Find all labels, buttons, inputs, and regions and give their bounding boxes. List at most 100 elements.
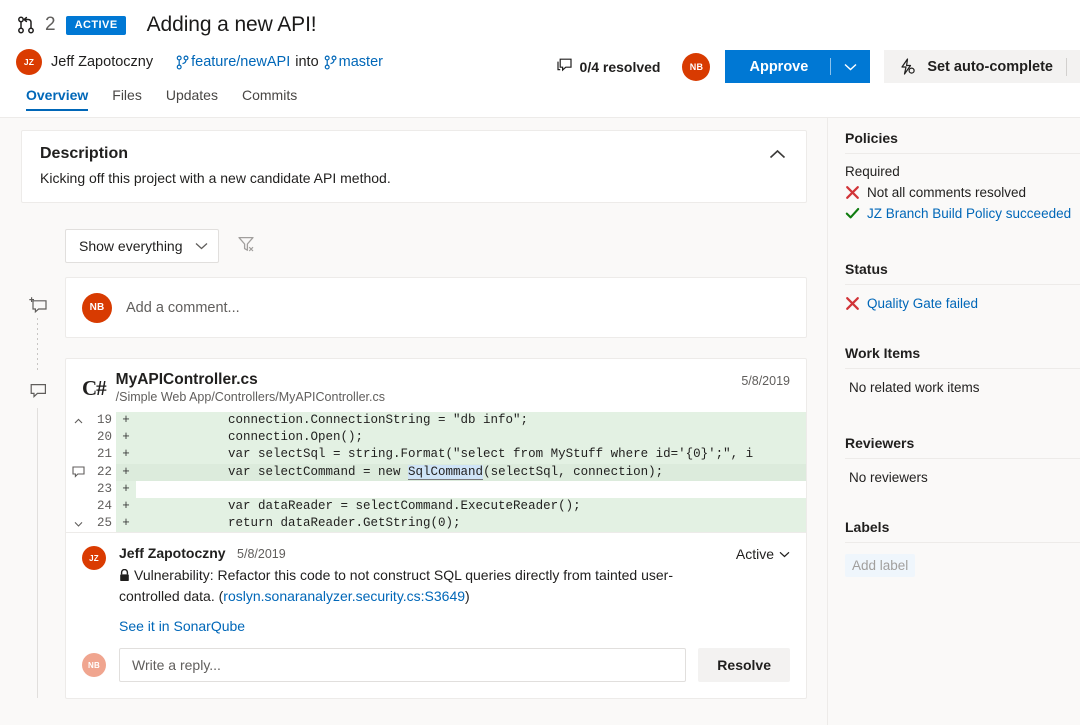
diff-line-code: connection.ConnectionString = "db info"; xyxy=(136,412,806,429)
reply-input[interactable]: Write a reply... xyxy=(119,648,686,682)
file-name[interactable]: MyAPIController.cs xyxy=(116,371,385,389)
thread-status-label: Active xyxy=(736,546,774,562)
divider xyxy=(845,284,1080,285)
work-items-section: Work Items No related work items xyxy=(837,345,1080,395)
set-auto-complete-button[interactable]: Set auto-complete xyxy=(884,50,1080,83)
file-path: /Simple Web App/Controllers/MyAPIControl… xyxy=(116,390,385,404)
reviewers-empty: No reviewers xyxy=(845,470,1080,485)
diff-line: 23 + xyxy=(66,481,806,498)
divider xyxy=(845,368,1080,369)
status-heading: Status xyxy=(845,261,1080,284)
resolved-comments-status[interactable]: 0/4 resolved xyxy=(556,58,661,76)
policy-label[interactable]: JZ Branch Build Policy succeeded xyxy=(867,206,1071,221)
tab-updates[interactable]: Updates xyxy=(154,83,230,111)
clear-filter-button[interactable] xyxy=(229,229,263,263)
diff-line-code: var selectSql = string.Format("select fr… xyxy=(136,446,806,463)
chevron-down-icon[interactable] xyxy=(831,63,870,71)
avatar: JZ xyxy=(82,546,106,570)
code-post: (selectSql, connection); xyxy=(483,465,663,479)
code-pre: var selectCommand = new xyxy=(138,465,408,479)
spacer xyxy=(837,485,1080,519)
diff-line-code: var dataReader = selectCommand.ExecuteRe… xyxy=(136,498,806,515)
avatar: NB xyxy=(82,293,112,323)
diff-line: 20 + connection.Open(); xyxy=(66,429,806,446)
diff-line: 19 + connection.ConnectionString = "db i… xyxy=(66,412,806,429)
chevron-down-icon xyxy=(779,551,790,558)
status-label[interactable]: Quality Gate failed xyxy=(867,296,978,311)
avatar[interactable]: JZ xyxy=(16,49,42,75)
add-comment-icon[interactable] xyxy=(29,296,48,320)
diff-line-code: return dataReader.GetString(0); xyxy=(136,515,806,532)
filter-clear-icon xyxy=(237,235,255,258)
diff-line: 24 + var dataReader = selectCommand.Exec… xyxy=(66,498,806,515)
diff-line-sign: + xyxy=(116,464,136,481)
tab-commits[interactable]: Commits xyxy=(230,83,309,111)
policy-item-branch-build[interactable]: JZ Branch Build Policy succeeded xyxy=(845,206,1080,221)
see-in-sonarqube-link[interactable]: See it in SonarQube xyxy=(119,618,245,634)
diff-line-number: 22 xyxy=(90,464,116,481)
target-branch-link[interactable]: master xyxy=(339,54,383,70)
description-card: Description Kicking off this project wit… xyxy=(21,130,807,203)
pr-number: 2 xyxy=(45,14,56,36)
diff-line-sign: + xyxy=(116,481,136,498)
add-label-button[interactable]: Add label xyxy=(845,554,915,577)
thread-status-dropdown[interactable]: Active xyxy=(736,546,790,562)
spacer xyxy=(837,395,1080,435)
chevron-down-icon[interactable] xyxy=(66,521,90,527)
add-comment-box[interactable]: NB Add a comment... xyxy=(65,277,807,338)
comment-icon xyxy=(29,382,48,406)
sidebar: Policies Required Not all comments resol… xyxy=(827,118,1080,725)
policy-item-comments-resolved[interactable]: Not all comments resolved xyxy=(845,185,1080,200)
source-branch-link[interactable]: feature/newAPI xyxy=(191,54,290,70)
policy-label: Not all comments resolved xyxy=(867,185,1026,200)
work-items-empty: No related work items xyxy=(845,380,1080,395)
auto-complete-icon xyxy=(898,58,916,75)
activity-filter-select[interactable]: Show everything xyxy=(65,229,219,263)
sonarqube-link-row: See it in SonarQube xyxy=(119,618,790,634)
chevron-up-icon[interactable] xyxy=(769,147,786,165)
pr-actions: 0/4 resolved NB Approve Set auto-complet… xyxy=(556,50,1080,83)
page-title: Adding a new API! xyxy=(147,13,317,37)
chevron-down-icon xyxy=(195,242,208,250)
pull-request-page: 2 ACTIVE Adding a new API! JZ Jeff Zapot… xyxy=(0,0,1080,725)
reviewers-heading: Reviewers xyxy=(845,435,1080,458)
reply-row: NB Write a reply... Resolve xyxy=(82,648,790,698)
divider xyxy=(845,458,1080,459)
pr-author-name: Jeff Zapotoczny xyxy=(51,54,153,70)
rule-link[interactable]: roslyn.sonaranalyzer.security.cs:S3649 xyxy=(223,588,465,604)
diff-line-sign: + xyxy=(116,515,136,532)
diff-line: 21 + var selectSql = string.Format("sele… xyxy=(66,446,806,463)
tab-files[interactable]: Files xyxy=(100,83,154,111)
status-badge: ACTIVE xyxy=(66,16,126,35)
status-section: Status Quality Gate failed xyxy=(837,261,1080,311)
file-header: C# MyAPIController.cs /Simple Web App/Co… xyxy=(66,359,806,412)
x-icon xyxy=(845,185,867,200)
resolve-button[interactable]: Resolve xyxy=(698,648,790,682)
inline-comment-thread: JZ Jeff Zapotoczny 5/8/2019 Vulnerabilit… xyxy=(66,532,806,698)
file-title-block: MyAPIController.cs /Simple Web App/Contr… xyxy=(116,371,385,404)
comment-author: Jeff Zapotoczny xyxy=(119,545,226,561)
activity-filter-row: Show everything xyxy=(65,229,827,263)
diff-line-number: 25 xyxy=(90,515,116,532)
chevron-up-icon[interactable] xyxy=(66,418,90,424)
avatar[interactable]: NB xyxy=(682,53,710,81)
comment-icon[interactable] xyxy=(66,466,90,478)
status-item-quality-gate[interactable]: Quality Gate failed xyxy=(845,296,1080,311)
diff-line: 22 + var selectCommand = new SqlCommand(… xyxy=(66,464,806,481)
resolve-button-label: Resolve xyxy=(717,657,771,673)
tab-overview[interactable]: Overview xyxy=(14,83,100,111)
timeline-dotted-line xyxy=(37,318,38,373)
file-date: 5/8/2019 xyxy=(741,374,790,388)
diff-line-sign: + xyxy=(116,498,136,515)
approve-button[interactable]: Approve xyxy=(725,50,870,83)
approve-button-label: Approve xyxy=(725,59,830,75)
main-column: Description Kicking off this project wit… xyxy=(0,118,827,725)
flagged-token[interactable]: SqlCommand xyxy=(408,465,483,480)
check-icon xyxy=(845,206,867,221)
comment-meta: Jeff Zapotoczny 5/8/2019 xyxy=(119,545,790,563)
reply-placeholder: Write a reply... xyxy=(132,657,221,673)
x-icon xyxy=(845,296,867,311)
spacer xyxy=(837,311,1080,345)
set-auto-complete-label: Set auto-complete xyxy=(927,59,1053,75)
diff-line-sign: + xyxy=(116,446,136,463)
